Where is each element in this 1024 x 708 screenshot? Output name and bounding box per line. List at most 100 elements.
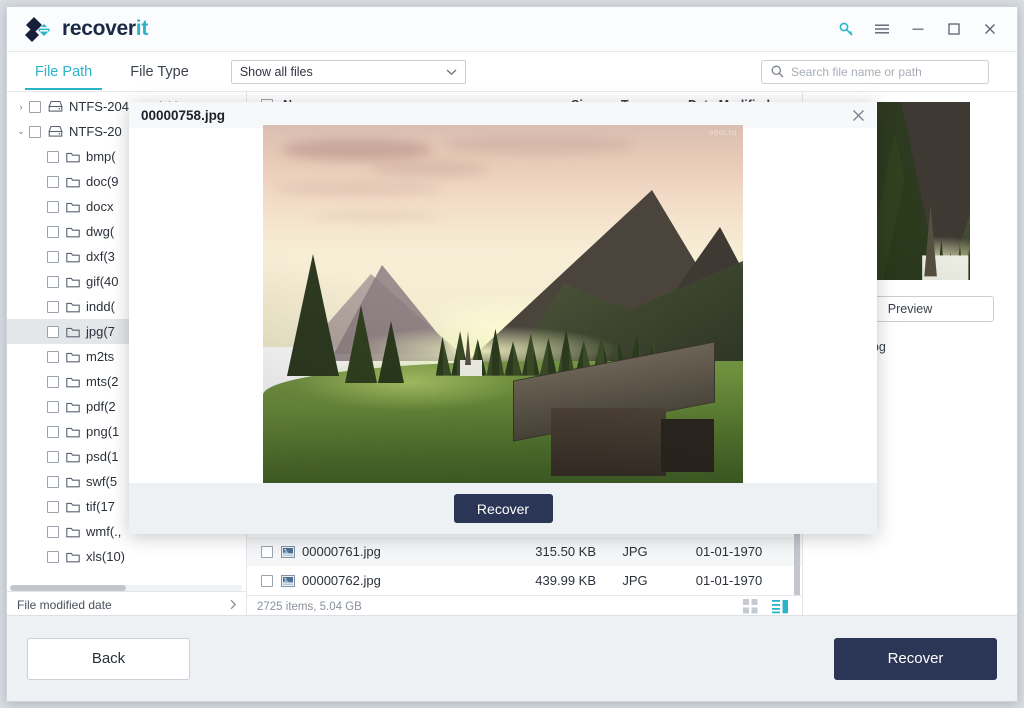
tree-item-label: m2ts: [86, 349, 115, 364]
tree-item-checkbox[interactable]: [47, 150, 59, 163]
tree-item-label: pdf(2: [86, 399, 116, 414]
folder-icon: [66, 476, 80, 488]
drive-icon: [48, 100, 63, 113]
preview-image: oboi.ru: [263, 125, 743, 483]
file-row-checkbox[interactable]: [261, 545, 273, 558]
folder-icon: [66, 501, 80, 513]
tree-item-label: dxf(3: [86, 249, 115, 264]
modal-recover-button[interactable]: Recover: [453, 494, 553, 523]
tree-item-checkbox[interactable]: [47, 175, 59, 188]
chevron-down-icon[interactable]: ⌄: [13, 126, 29, 137]
tree-item-checkbox[interactable]: [47, 500, 59, 513]
folder-icon: [66, 526, 80, 538]
tab-file-type[interactable]: File Type: [120, 55, 199, 90]
folder-icon: [66, 151, 80, 163]
file-row[interactable]: 00000762.jpg 439.99 KB JPG 01-01-1970: [247, 566, 802, 595]
tree-item-label: wmf(.,: [86, 524, 122, 539]
tree-item-checkbox[interactable]: [47, 225, 59, 238]
item-count-label: 2725 items, 5.04 GB: [257, 600, 362, 613]
modal-image-area: oboi.ru: [129, 125, 877, 483]
chevron-right-icon: [229, 599, 237, 610]
tree-item-label: jpg(7: [86, 324, 115, 339]
tree-item-checkbox[interactable]: [47, 450, 59, 463]
tree-item-checkbox[interactable]: [47, 425, 59, 438]
folder-icon: [66, 451, 80, 463]
hamburger-menu-icon[interactable]: [865, 13, 899, 45]
search-box[interactable]: [761, 59, 989, 84]
file-row-checkbox[interactable]: [261, 574, 273, 587]
recoverit-logo-icon: [23, 14, 53, 44]
brand-suffix: it: [135, 17, 149, 40]
image-watermark: oboi.ru: [709, 128, 737, 137]
folder-icon: [66, 176, 80, 188]
back-button[interactable]: Back: [27, 637, 190, 680]
tree-item-checkbox[interactable]: [47, 300, 59, 313]
minimize-icon[interactable]: [901, 13, 935, 45]
tree-item-label: gif(40: [86, 274, 119, 289]
tree-item-checkbox[interactable]: [29, 100, 41, 113]
list-view-icon[interactable]: [772, 599, 788, 614]
tree-item-checkbox[interactable]: [47, 275, 59, 288]
folder-icon: [66, 551, 80, 563]
tree-item-checkbox[interactable]: [47, 375, 59, 388]
drive-icon: [48, 125, 63, 138]
title-bar: recoverit: [7, 7, 1017, 52]
tree-item-label: NTFS-20: [69, 124, 122, 139]
tree-item-label: swf(5: [86, 474, 118, 489]
tree-item-checkbox[interactable]: [47, 325, 59, 338]
recoverit-window: recoverit File Path File Type Show all f…: [6, 6, 1018, 702]
folder-icon: [66, 376, 80, 388]
tree-item-label: tif(17: [86, 499, 115, 514]
file-date-cell: 01-01-1970: [695, 544, 763, 559]
close-icon[interactable]: [973, 13, 1007, 45]
tree-item-label: indd(: [86, 299, 115, 314]
file-filter-dropdown[interactable]: Show all files: [230, 59, 466, 84]
grid-view-icon[interactable]: [743, 599, 758, 614]
tree-item-checkbox[interactable]: [47, 200, 59, 213]
modal-title: 00000758.jpg: [141, 107, 226, 123]
recover-button[interactable]: Recover: [834, 637, 997, 680]
search-input[interactable]: [791, 64, 979, 79]
file-type-cell: JPG: [622, 544, 648, 559]
folder-icon: [66, 226, 80, 238]
key-icon[interactable]: [829, 13, 863, 45]
image-file-icon: [281, 574, 295, 587]
tree-item[interactable]: xls(10): [7, 544, 246, 569]
window-controls: [829, 13, 1007, 45]
tree-item-label: bmp(: [86, 149, 116, 164]
folder-icon: [66, 301, 80, 313]
tree-item-label: psd(1: [86, 449, 119, 464]
app-logo: recoverit: [23, 14, 148, 44]
tree-item-checkbox[interactable]: [47, 475, 59, 488]
tree-item-label: xls(10): [86, 549, 126, 564]
chevron-right-icon[interactable]: ›: [13, 102, 29, 112]
tree-item-checkbox[interactable]: [29, 125, 41, 138]
tab-file-path[interactable]: File Path: [25, 55, 103, 90]
folder-icon: [66, 251, 80, 263]
folder-icon: [66, 401, 80, 413]
file-row[interactable]: 00000761.jpg 315.50 KB JPG 01-01-1970: [247, 537, 802, 566]
file-date-cell: 01-01-1970: [695, 573, 763, 588]
file-modified-date-filter[interactable]: File modified date: [7, 591, 246, 617]
close-icon[interactable]: [847, 104, 869, 126]
tree-item-checkbox[interactable]: [47, 400, 59, 413]
file-name-cell: 00000761.jpg: [302, 544, 381, 559]
image-file-icon: [281, 545, 295, 558]
brand-name: recoverit: [62, 17, 148, 41]
tree-item-label: mts(2: [86, 374, 119, 389]
modal-footer: Recover: [129, 483, 877, 534]
tree-item-checkbox[interactable]: [47, 250, 59, 263]
tree-item-checkbox[interactable]: [47, 525, 59, 538]
search-icon: [771, 65, 784, 78]
folder-icon: [66, 276, 80, 288]
folder-icon: [66, 426, 80, 438]
landscape-scene: oboi.ru: [263, 125, 743, 483]
file-list-status-bar: 2725 items, 5.04 GB: [247, 595, 802, 617]
tree-item-checkbox[interactable]: [47, 350, 59, 363]
maximize-icon[interactable]: [937, 13, 971, 45]
tree-item-label: dwg(: [86, 224, 115, 239]
tree-item-label: doc(9: [86, 174, 119, 189]
image-preview-modal: 00000758.jpg oboi.ru Recover: [129, 102, 877, 534]
folder-icon: [66, 201, 80, 213]
tree-item-checkbox[interactable]: [47, 550, 59, 563]
